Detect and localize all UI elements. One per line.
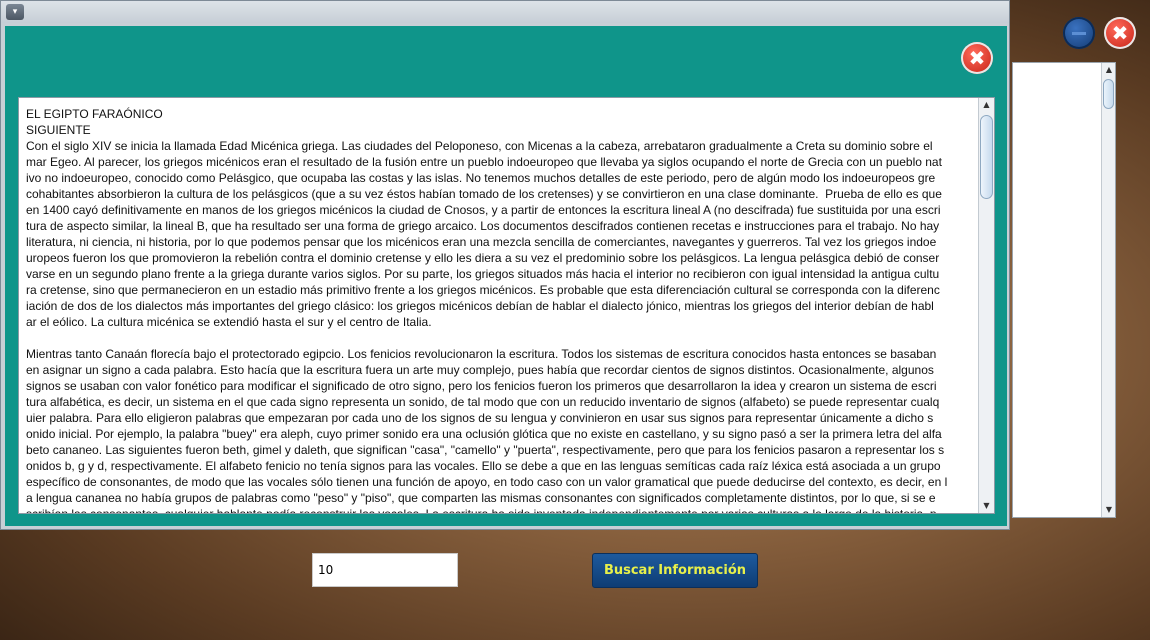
- text-line: ra cretense, sino que permanecieron en u…: [26, 283, 940, 297]
- article-text[interactable]: EL EGIPTO FARAÓNICO SIGUIENTE Con el siglo…: [19, 98, 978, 513]
- text-line: ar el eólico. La cultura micénica se ext…: [26, 315, 432, 329]
- search-input[interactable]: [312, 553, 458, 587]
- scroll-thumb[interactable]: [980, 115, 993, 199]
- scroll-down-arrow-icon[interactable]: ▼: [1102, 503, 1116, 517]
- results-list[interactable]: ▲ ▼: [1012, 62, 1116, 518]
- text-line: varse en un segundo plano frente a la gr…: [26, 267, 940, 281]
- text-line: literatura, ni ciencia, ni historia, por…: [26, 235, 937, 249]
- text-line: Con el siglo XIV se inicia la llamada Ed…: [26, 139, 933, 153]
- text-line: beto cananeo. Las siguientes fueron beth…: [26, 443, 945, 457]
- text-dialog: ▾ ✖ EL EGIPTO FARAÓNICO SIGUIENTE Con el s…: [0, 0, 1010, 530]
- text-line: uropeos fueron los que promovieron la re…: [26, 251, 940, 265]
- article-text-area[interactable]: EL EGIPTO FARAÓNICO SIGUIENTE Con el siglo…: [18, 97, 995, 514]
- scroll-up-arrow-icon[interactable]: ▲: [979, 98, 994, 112]
- text-line: Mientras tanto Canaán florecía bajo el p…: [26, 347, 937, 361]
- text-line: en 1400 cayó definitivamente en manos de…: [26, 203, 941, 217]
- text-line: a lengua cananea no había grupos de pala…: [26, 491, 936, 505]
- results-list-scrollbar[interactable]: ▲ ▼: [1101, 63, 1115, 517]
- article-scrollbar[interactable]: ▲ ▼: [978, 98, 994, 513]
- dialog-titlebar: ▾: [1, 1, 1009, 23]
- text-line: mar Egeo. Al parecer, los griegos micéni…: [26, 155, 942, 169]
- search-button[interactable]: Buscar Información: [592, 553, 758, 588]
- dialog-close-button[interactable]: ✖: [961, 42, 993, 74]
- scroll-thumb[interactable]: [1103, 79, 1114, 109]
- text-line: uier palabra. Para ello eligieron palabr…: [26, 411, 934, 425]
- scroll-up-arrow-icon[interactable]: ▲: [1102, 63, 1116, 77]
- text-line: signos se usaban con valor fonético para…: [26, 379, 937, 393]
- minimize-button[interactable]: [1063, 17, 1095, 49]
- text-line: específico de consonantes, de modo que l…: [26, 475, 948, 489]
- text-line: onidos b, g y d, respectivamente. El alf…: [26, 459, 941, 473]
- text-line: ivo no indoeuropeo, conocido como Pelásg…: [26, 171, 936, 185]
- text-line: tura de aspecto similar, la lineal B, qu…: [26, 219, 940, 233]
- scroll-down-arrow-icon[interactable]: ▼: [979, 499, 994, 513]
- text-line: scribían las consonantes, cualquier habl…: [26, 506, 972, 513]
- window-menu-icon[interactable]: ▾: [6, 4, 24, 20]
- text-line: en asignar un signo a cada palabra. Esto…: [26, 363, 934, 377]
- close-icon: ✖: [1111, 21, 1129, 45]
- text-line: cohabitantes absorbieron la cultura de l…: [26, 187, 942, 201]
- text-line: iación de dos de los dialectos más impor…: [26, 299, 934, 313]
- text-line: EL EGIPTO FARAÓNICO: [26, 107, 163, 121]
- text-line: SIGUIENTE: [26, 123, 91, 137]
- close-app-button[interactable]: ✖: [1104, 17, 1136, 49]
- text-line: onido inicial. Por ejemplo, la palabra "…: [26, 427, 942, 441]
- close-icon: ✖: [968, 46, 986, 70]
- text-line: tura alfabética, es decir, un sistema en…: [26, 395, 940, 409]
